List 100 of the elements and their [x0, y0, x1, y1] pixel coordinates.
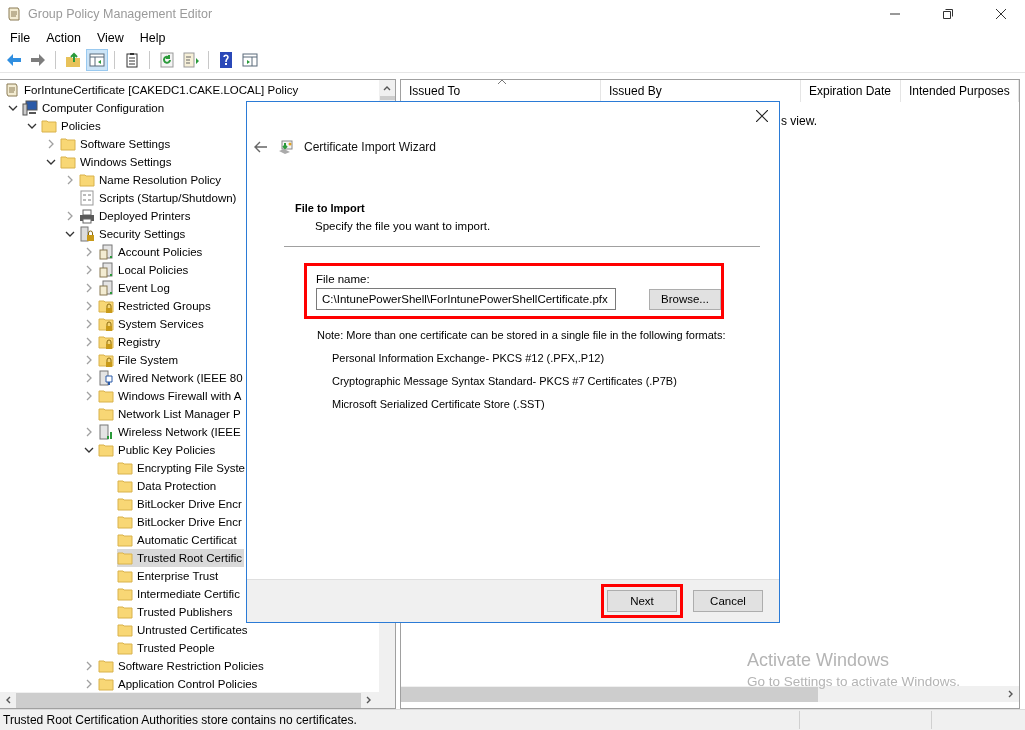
- tree-item[interactable]: BitLocker Drive Encr: [117, 513, 244, 531]
- menu-item[interactable]: Help: [131, 31, 174, 45]
- locked-folder-icon: [98, 334, 114, 350]
- next-button[interactable]: Next: [607, 590, 677, 612]
- panel-icon: [89, 52, 105, 68]
- format-text: Microsoft Serialized Certificate Store (.SST): [332, 398, 546, 410]
- tree-item[interactable]: Software Restriction Policies: [98, 657, 266, 675]
- expand-chevron-icon[interactable]: [84, 679, 94, 689]
- maximize-icon[interactable]: [943, 9, 953, 19]
- tree-item[interactable]: Restricted Groups: [98, 297, 213, 315]
- tree-item[interactable]: Local Policies: [98, 261, 191, 279]
- section-subheading: Specify the file you want to import.: [315, 220, 492, 232]
- tree-item[interactable]: Event Log: [98, 279, 172, 297]
- tree-item[interactable]: Registry: [98, 333, 163, 351]
- certificate-icon: [278, 139, 294, 155]
- expand-chevron-icon[interactable]: [84, 265, 94, 275]
- browse-button[interactable]: Browse...: [649, 288, 721, 310]
- wireless-icon: [98, 424, 114, 440]
- scrollbar-thumb[interactable]: [16, 692, 361, 708]
- format-text: Personal Information Exchange- PKCS #12 (.PFX,.P12): [332, 352, 606, 364]
- tree-item[interactable]: Wired Network (IEEE 80: [98, 369, 245, 387]
- activation-text: Go to Settings to activate Windows.: [747, 674, 961, 689]
- tree-item[interactable]: Intermediate Certific: [117, 585, 242, 603]
- cancel-button[interactable]: Cancel: [693, 590, 763, 612]
- folder-icon: [98, 406, 114, 422]
- tree-item[interactable]: Computer Configuration: [22, 99, 167, 117]
- expand-chevron-icon[interactable]: [84, 247, 94, 257]
- tree-item[interactable]: Scripts (Startup/Shutdown): [79, 189, 239, 207]
- tree-item[interactable]: Software Settings: [60, 135, 173, 153]
- expand-chevron-icon[interactable]: [46, 139, 56, 149]
- collapse-chevron-icon[interactable]: [46, 157, 56, 167]
- collapse-chevron-icon[interactable]: [27, 121, 37, 131]
- folder-icon: [60, 136, 76, 152]
- tree-item[interactable]: Untrusted Certificates: [117, 621, 250, 639]
- tree-item[interactable]: System Services: [98, 315, 206, 333]
- script-icon: [79, 190, 95, 206]
- tree-item[interactable]: BitLocker Drive Encr: [117, 495, 244, 513]
- expand-chevron-icon[interactable]: [84, 319, 94, 329]
- tree-item[interactable]: Security Settings: [79, 225, 188, 243]
- menu-item[interactable]: File: [2, 31, 39, 45]
- format-text: Cryptographic Message Syntax Standard- PKCS #7 Certificates (.P7B): [332, 375, 678, 387]
- collapse-chevron-icon[interactable]: [84, 445, 94, 455]
- tree-item[interactable]: Trusted Publishers: [117, 603, 235, 621]
- menu-item[interactable]: View: [88, 31, 132, 45]
- field-label: File name:: [316, 273, 370, 285]
- back-arrow-icon[interactable]: [254, 141, 268, 153]
- window-title: Group Policy Management Editor: [28, 7, 213, 21]
- tree-item[interactable]: Enterprise Trust: [117, 567, 221, 585]
- tree-item[interactable]: Automatic Certificat: [117, 531, 239, 549]
- collapse-chevron-icon[interactable]: [8, 103, 18, 113]
- list-export-icon: [183, 52, 199, 68]
- tree-item[interactable]: Application Control Policies: [98, 675, 260, 692]
- tree-item[interactable]: Deployed Printers: [79, 207, 193, 225]
- tree-item[interactable]: Policies: [41, 117, 103, 135]
- expand-chevron-icon[interactable]: [84, 373, 94, 383]
- tree-item[interactable]: Network List Manager P: [98, 405, 243, 423]
- server-icon: [98, 244, 114, 260]
- show-tree-button[interactable]: [86, 49, 108, 71]
- menu-item[interactable]: Action: [38, 31, 89, 45]
- tree-item[interactable]: File System: [98, 351, 181, 369]
- tree-item[interactable]: Name Resolution Policy: [79, 171, 224, 189]
- tree-item[interactable]: Public Key Policies: [98, 441, 218, 459]
- close-icon[interactable]: [756, 110, 768, 122]
- folder-icon: [117, 550, 133, 566]
- expand-chevron-icon[interactable]: [84, 283, 94, 293]
- column-header[interactable]: Intended Purposes: [901, 80, 1019, 102]
- tree-item[interactable]: Trusted Root Certific: [117, 549, 245, 567]
- folder-icon: [60, 154, 76, 170]
- export-list-button[interactable]: [180, 49, 202, 71]
- column-header[interactable]: Expiration Date: [801, 80, 901, 102]
- locked-folder-icon: [98, 298, 114, 314]
- expand-chevron-icon[interactable]: [65, 211, 75, 221]
- expand-chevron-icon[interactable]: [84, 661, 94, 671]
- note-text: Note: More than one certificate can be stored in a single file in the following formats:: [317, 329, 727, 341]
- collapse-chevron-icon[interactable]: [65, 229, 75, 239]
- expand-chevron-icon[interactable]: [84, 301, 94, 311]
- expand-chevron-icon[interactable]: [65, 175, 75, 185]
- tree-item[interactable]: Account Policies: [98, 243, 205, 261]
- dialog-title: Certificate Import Wizard: [304, 140, 437, 154]
- computer-icon: [22, 100, 38, 116]
- tree-item[interactable]: Wireless Network (IEEE: [98, 423, 243, 441]
- expand-chevron-icon[interactable]: [84, 391, 94, 401]
- tree-item[interactable]: Windows Firewall with A: [98, 387, 244, 405]
- file-name-field[interactable]: C:\IntunePowerShell\ForIntunePowerShellCertificate.pfx: [316, 288, 616, 310]
- tree-item[interactable]: Data Protection: [117, 477, 219, 495]
- scrollbar-thumb[interactable]: [379, 96, 395, 100]
- folder-icon: [117, 622, 133, 638]
- tree-item[interactable]: Trusted People: [117, 639, 217, 657]
- tree-item[interactable]: ForIntuneCertificate [CAKEDC1.CAKE.LOCAL] Policy: [4, 81, 301, 99]
- folder-icon: [79, 172, 95, 188]
- expand-chevron-icon[interactable]: [84, 337, 94, 347]
- locked-folder-icon: [98, 316, 114, 332]
- app-icon: [6, 6, 22, 22]
- status-text: Trusted Root Certification Authorities store contains no certificates.: [2, 713, 358, 727]
- tree-item[interactable]: Encrypting File Syste: [117, 459, 247, 477]
- expand-chevron-icon[interactable]: [84, 427, 94, 437]
- folder-icon: [117, 496, 133, 512]
- close-icon[interactable]: [996, 9, 1006, 19]
- tree-item[interactable]: Windows Settings: [60, 153, 174, 171]
- expand-chevron-icon[interactable]: [84, 355, 94, 365]
